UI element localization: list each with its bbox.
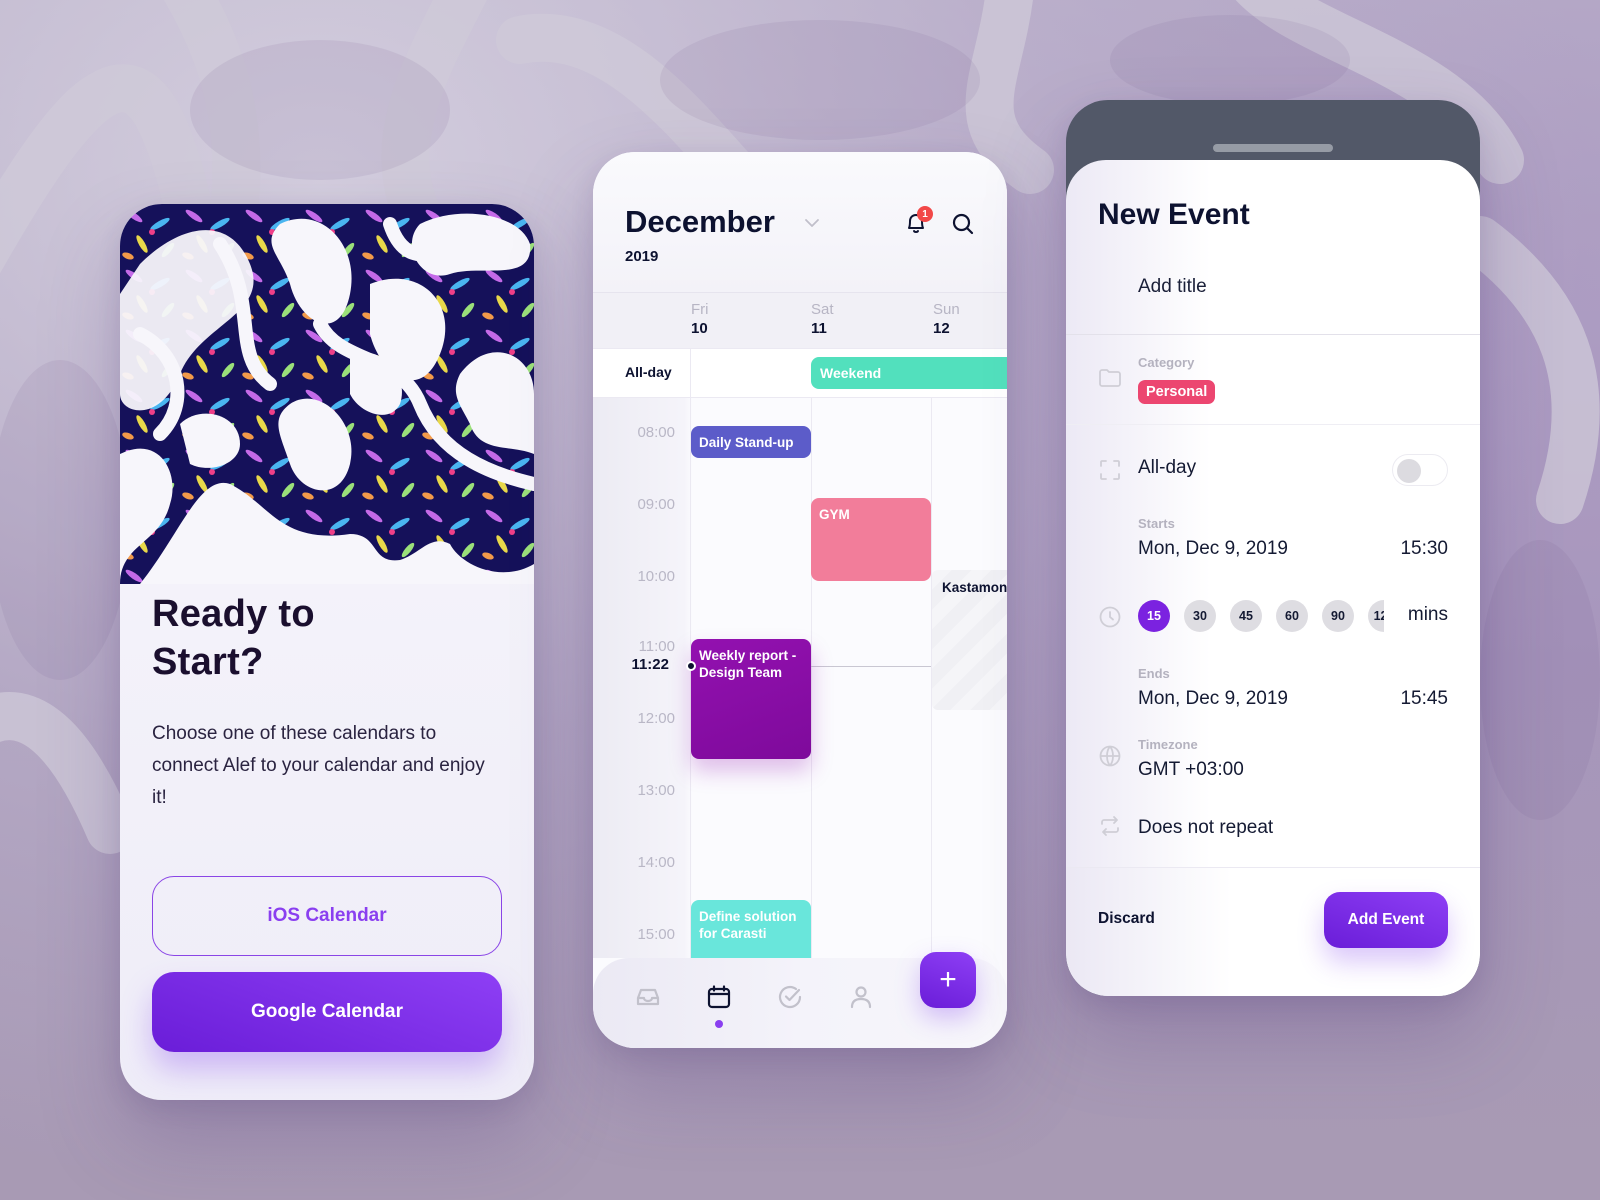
duration-chip-120[interactable]: 120	[1368, 600, 1384, 632]
new-event-title: New Event	[1098, 198, 1250, 231]
month-title[interactable]: December	[625, 204, 775, 240]
add-event-fab[interactable]: +	[920, 952, 976, 1008]
search-icon[interactable]	[951, 212, 975, 236]
timezone-label: Timezone	[1138, 737, 1198, 752]
day-name: Fri	[691, 301, 709, 318]
day-date: 12	[933, 320, 950, 337]
hour-label: 08:00	[637, 424, 675, 441]
divider	[1066, 424, 1480, 425]
event-daily-standup[interactable]: Daily Stand-up	[691, 426, 811, 458]
duration-chip-30[interactable]: 30	[1184, 600, 1216, 632]
title-line-2: Start?	[152, 641, 264, 683]
calendar-header: December 2019 1	[593, 152, 1007, 292]
google-calendar-button[interactable]: Google Calendar	[152, 972, 502, 1052]
day-header-row: Fri 10 Sat 11 Sun 12	[593, 292, 1007, 348]
calendar-icon[interactable]	[706, 984, 732, 1010]
current-time-label: 11:22	[631, 656, 669, 673]
title-line-1: Ready to	[152, 593, 315, 635]
event-kastamonu-label: Kastamon	[942, 580, 1007, 595]
day-header-sat[interactable]: Sat 11	[811, 301, 834, 337]
user-icon[interactable]	[848, 984, 874, 1010]
time-grid: 08:00 09:00 10:00 11:00 12:00 13:00 14:0…	[593, 398, 1007, 970]
expand-icon	[1100, 460, 1120, 480]
chevron-down-icon[interactable]	[803, 214, 821, 232]
duration-chip-90[interactable]: 90	[1322, 600, 1354, 632]
floral-hero-illustration	[120, 204, 534, 584]
divider	[1066, 334, 1480, 335]
all-day-label: All-day	[625, 364, 672, 380]
new-event-screen: New Event Add title Category Personal Al…	[1066, 100, 1480, 996]
day-header-fri[interactable]: Fri 10	[691, 301, 709, 337]
folder-icon	[1099, 369, 1121, 387]
starts-date[interactable]: Mon, Dec 9, 2019	[1138, 538, 1288, 560]
inbox-icon[interactable]	[635, 984, 661, 1010]
year-label: 2019	[625, 248, 659, 265]
sheet-drag-handle[interactable]	[1213, 144, 1333, 152]
starts-label: Starts	[1138, 516, 1175, 531]
category-personal-pill[interactable]: Personal	[1138, 380, 1216, 404]
duration-chip-15[interactable]: 15	[1138, 600, 1170, 632]
category-label: Category	[1138, 355, 1195, 370]
duration-chips: 15 30 45 60 90 120	[1138, 600, 1384, 634]
day-name: Sun	[933, 301, 960, 318]
check-circle-icon[interactable]	[777, 984, 803, 1010]
globe-icon	[1099, 745, 1121, 767]
hour-label: 09:00	[637, 496, 675, 513]
ends-time[interactable]: 15:45	[1400, 688, 1448, 710]
discard-button[interactable]: Discard	[1098, 910, 1155, 928]
ends-label: Ends	[1138, 666, 1170, 681]
calendar-screen: December 2019 1 Fri 10 Sat 11 Sun 12 All…	[593, 152, 1007, 1048]
all-day-label: All-day	[1138, 457, 1197, 478]
onboarding-title: Ready to Start?	[152, 590, 315, 686]
event-weekly-report[interactable]: Weekly report - Design Team	[691, 639, 811, 759]
sheet-footer: Discard Add Event	[1066, 867, 1480, 996]
hour-label: 11:00	[638, 638, 675, 655]
column-divider	[690, 349, 691, 397]
hour-label: 10:00	[637, 568, 675, 585]
event-title-input[interactable]: Add title	[1138, 276, 1207, 298]
toggle-knob	[1397, 459, 1421, 483]
ios-calendar-button[interactable]: iOS Calendar	[152, 876, 502, 956]
current-time-dot	[686, 661, 696, 671]
ends-date[interactable]: Mon, Dec 9, 2019	[1138, 688, 1288, 710]
hour-label: 13:00	[637, 782, 675, 799]
event-weekend[interactable]: Weekend	[811, 357, 1007, 389]
add-event-button[interactable]: Add Event	[1324, 892, 1448, 948]
hour-label: 12:00	[637, 710, 675, 727]
event-gym[interactable]: GYM	[811, 498, 931, 581]
day-date: 10	[691, 320, 708, 337]
new-event-sheet: New Event Add title Category Personal Al…	[1066, 160, 1480, 996]
hour-label: 14:00	[637, 854, 675, 871]
duration-chip-45[interactable]: 45	[1230, 600, 1262, 632]
day-date: 11	[811, 320, 827, 337]
notification-badge: 1	[917, 206, 933, 222]
duration-unit: mins	[1407, 604, 1448, 625]
day-header-sun[interactable]: Sun 12	[933, 301, 960, 337]
day-name: Sat	[811, 301, 834, 318]
clock-icon	[1099, 606, 1121, 628]
all-day-toggle[interactable]	[1392, 454, 1448, 486]
duration-chip-60[interactable]: 60	[1276, 600, 1308, 632]
repeat-icon	[1101, 816, 1119, 836]
onboarding-description: Choose one of these calendars to connect…	[152, 723, 485, 808]
hour-label: 15:00	[637, 926, 675, 943]
column-divider	[811, 398, 812, 958]
timezone-value[interactable]: GMT +03:00	[1138, 759, 1244, 781]
all-day-row: All-day Weekend	[593, 348, 1007, 398]
repeat-value[interactable]: Does not repeat	[1138, 817, 1273, 839]
starts-time[interactable]: 15:30	[1400, 538, 1448, 560]
active-tab-indicator	[715, 1020, 723, 1028]
onboarding-screen: Ready to Start? Choose one of these cale…	[120, 204, 534, 1100]
